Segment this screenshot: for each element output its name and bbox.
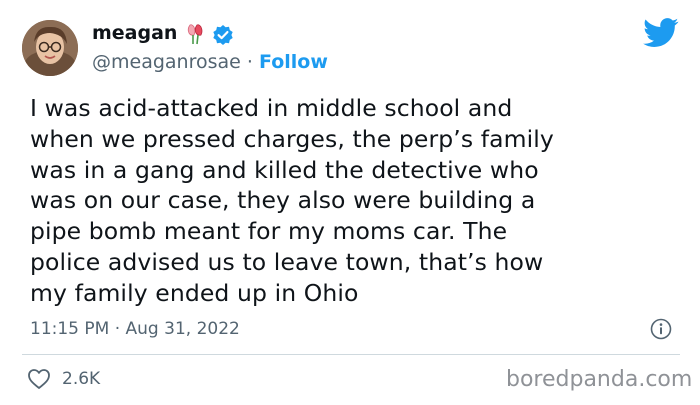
heart-icon[interactable] [27, 368, 51, 390]
twitter-bird-icon[interactable] [643, 18, 679, 48]
follow-button[interactable]: Follow [259, 51, 328, 73]
like-count[interactable]: 2.6K [62, 368, 100, 390]
tweet-text: I was acid-attacked in middle school and… [30, 94, 554, 307]
timestamp[interactable]: 11:15 PM · Aug 31, 2022 [30, 318, 240, 340]
handle[interactable]: @meaganrosae [92, 51, 241, 73]
rose-emoji-icon [185, 23, 205, 45]
watermark: boredpanda.com [506, 367, 693, 392]
verified-badge-icon [212, 24, 234, 46]
tweet-card: meagan @meaganrosae · Follow I was acid-… [0, 0, 700, 405]
handle-row: @meaganrosae · Follow [92, 49, 328, 75]
avatar[interactable] [22, 20, 78, 76]
divider [22, 354, 680, 355]
separator: · [246, 51, 253, 73]
display-name[interactable]: meagan [92, 20, 177, 46]
info-icon[interactable] [650, 318, 672, 340]
